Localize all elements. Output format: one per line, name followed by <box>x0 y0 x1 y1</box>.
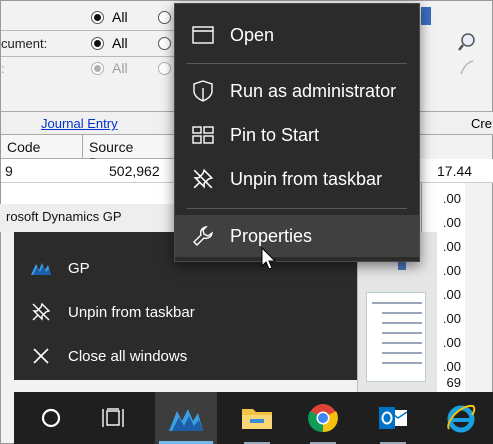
filter-label: : <box>1 61 5 76</box>
cell-amount: 17.44 <box>437 163 473 179</box>
menu-separator <box>187 208 407 209</box>
journal-entry-link[interactable]: Journal Entry <box>41 116 118 131</box>
thumbnail-content <box>366 292 426 382</box>
divider <box>1 56 176 57</box>
jumplist-item-close-all[interactable]: Close all windows <box>14 334 357 378</box>
column-header-source-document[interactable]: Source Docu <box>83 135 176 171</box>
radio-all[interactable] <box>91 37 104 50</box>
task-view-icon <box>102 408 124 427</box>
thumbnail-line <box>382 352 422 354</box>
amount-value: .00 <box>442 263 461 278</box>
jumplist-item-unpin[interactable]: Unpin from taskbar <box>14 290 357 334</box>
filter-label: cument: <box>1 36 48 51</box>
mouse-cursor-icon <box>261 247 277 270</box>
amount-value: .00 <box>442 191 461 206</box>
amount-value: .00 <box>442 239 461 254</box>
gp-filter-row: cument: All <box>1 33 176 55</box>
dynamics-gp-icon <box>30 257 52 279</box>
thumbnail-line <box>382 342 422 344</box>
menu-item-run-as-administrator[interactable]: Run as administrator <box>175 70 419 112</box>
cortana-circle-icon <box>41 408 61 428</box>
lookup-icon[interactable] <box>457 32 477 52</box>
radio-all-label: All <box>112 60 128 76</box>
menu-item-label: Open <box>230 25 275 45</box>
radio-other[interactable] <box>158 11 171 24</box>
dynamics-gp-icon <box>169 409 203 431</box>
menu-item-label: Run as administrator <box>230 81 397 101</box>
thumbnail-icon <box>398 262 406 270</box>
taskbar <box>14 392 493 444</box>
jumplist-item-label: GP <box>68 259 90 277</box>
window-icon <box>191 24 215 46</box>
menu-item-pin-to-start[interactable]: Pin to Start <box>175 114 419 156</box>
taskbar-internet-explorer-button[interactable] <box>430 392 492 444</box>
radio-all[interactable] <box>91 62 104 75</box>
amount-value: .00 <box>442 359 461 374</box>
amount-value: .00 <box>442 335 461 350</box>
amount-value: 69 <box>446 375 461 390</box>
thumbnail-line <box>382 332 422 334</box>
thumbnail-line <box>382 322 422 324</box>
taskbar-outlook-button[interactable] <box>362 392 424 444</box>
menu-item-label: Pin to Start <box>230 125 320 145</box>
toolbar-button[interactable] <box>421 7 431 25</box>
amount-value: .00 <box>442 215 461 230</box>
file-explorer-icon <box>242 409 272 429</box>
menu-separator <box>187 63 407 64</box>
unpin-icon <box>30 301 52 323</box>
taskbar-chrome-button[interactable] <box>292 392 354 444</box>
menu-item-label: Properties <box>230 226 313 246</box>
radio-other[interactable] <box>158 37 171 50</box>
radio-all-label: All <box>112 35 128 51</box>
taskbar-cortana-button[interactable] <box>20 392 82 444</box>
cell-code: 9 <box>5 163 13 179</box>
radio-other[interactable] <box>158 62 171 75</box>
outlook-icon <box>379 407 408 429</box>
thumbnail-line <box>382 312 422 314</box>
chrome-icon <box>308 404 338 433</box>
taskbar-dynamics-gp-button[interactable] <box>155 392 217 444</box>
preview-window-title[interactable]: rosoft Dynamics GP <box>0 204 174 232</box>
jumplist-item-label: Unpin from taskbar <box>68 303 195 321</box>
column-header-code[interactable]: Code <box>1 135 83 159</box>
table-row[interactable] <box>1 183 176 205</box>
menu-item-unpin-from-taskbar[interactable]: Unpin from taskbar <box>175 158 419 200</box>
gp-filter-row: : All <box>1 58 176 80</box>
shield-icon <box>191 80 215 102</box>
unpin-icon <box>191 168 215 190</box>
credit-header: Cre <box>471 116 492 131</box>
taskbar-task-view-button[interactable] <box>82 392 144 444</box>
close-icon <box>30 345 52 367</box>
menu-item-label: Unpin from taskbar <box>230 169 383 189</box>
cell-source-document: 502,962 <box>109 163 160 179</box>
lookup-disabled-icon <box>460 60 474 75</box>
pin-start-icon <box>191 124 215 146</box>
context-menu: Open Run as administrator Pin to Start U… <box>174 3 420 262</box>
thumbnail-line <box>372 302 422 304</box>
gp-filter-row: All <box>1 7 176 29</box>
jumplist-item-label: Close all windows <box>68 347 188 365</box>
menu-item-open[interactable]: Open <box>175 14 419 56</box>
menu-item-properties[interactable]: Properties <box>175 215 419 257</box>
amount-value: .00 <box>442 287 461 302</box>
taskbar-file-explorer-button[interactable] <box>226 392 288 444</box>
radio-all-label: All <box>112 9 128 25</box>
divider <box>1 30 176 31</box>
radio-all[interactable] <box>91 11 104 24</box>
thumbnail-line <box>382 362 422 364</box>
amount-value: .00 <box>442 311 461 326</box>
internet-explorer-icon <box>447 404 476 433</box>
wrench-icon <box>191 225 215 247</box>
